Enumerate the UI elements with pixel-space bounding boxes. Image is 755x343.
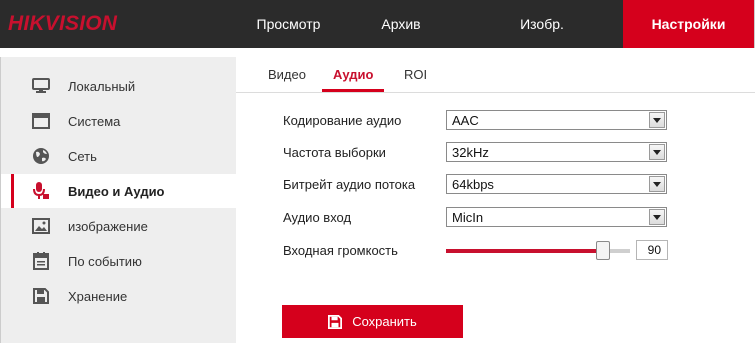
chevron-down-icon[interactable]	[649, 209, 665, 225]
audio-input-value: MicIn	[452, 210, 484, 225]
sample-rate-label: Частота выборки	[283, 145, 386, 160]
save-disk-icon	[328, 314, 343, 329]
audio-bitrate-row: Битрейт аудио потока 64kbps	[283, 174, 683, 194]
tab-video[interactable]: Видео	[268, 67, 306, 82]
image-icon	[31, 216, 51, 236]
nav-live-view[interactable]: Просмотр	[236, 0, 341, 48]
sidebar-item-system[interactable]: Система	[1, 104, 237, 138]
sample-rate-value: 32kHz	[452, 145, 489, 160]
sidebar-item-label: Сеть	[68, 148, 97, 164]
audio-input-label: Аудио вход	[283, 210, 352, 225]
audio-encoding-row: Кодирование аудио AAC	[283, 110, 683, 130]
sidebar-item-label: По событию	[68, 253, 142, 269]
sidebar-item-label: Локальный	[68, 78, 136, 94]
tab-roi[interactable]: ROI	[404, 67, 427, 82]
audio-bitrate-select[interactable]: 64kbps	[446, 174, 667, 194]
chevron-down-icon[interactable]	[649, 176, 665, 192]
monitor-icon	[31, 76, 51, 96]
sidebar-item-label: Хранение	[68, 288, 128, 304]
settings-tabs: Видео Аудио ROI	[236, 57, 755, 93]
sidebar-item-label: Видео и Аудио	[68, 183, 165, 199]
top-nav: Просмотр Архив Изобр. Настройки	[236, 0, 754, 48]
globe-icon	[31, 146, 51, 166]
nav-picture[interactable]: Изобр.	[461, 0, 623, 48]
sample-rate-row: Частота выборки 32kHz	[283, 142, 683, 162]
input-volume-row: Входная громкость 90	[283, 240, 683, 260]
sidebar-item-video-audio[interactable]: Видео и Аудио	[1, 174, 237, 208]
volume-slider-fill[interactable]	[446, 249, 606, 253]
nav-configuration[interactable]: Настройки	[623, 0, 754, 48]
active-tab-indicator	[322, 89, 384, 92]
sidebar-item-local[interactable]: Локальный	[1, 69, 237, 103]
input-volume-label: Входная громкость	[283, 243, 398, 258]
sidebar-item-event[interactable]: По событию	[1, 244, 237, 278]
volume-value-input[interactable]: 90	[636, 240, 668, 260]
hikvision-logo: HIKVISION	[8, 11, 117, 37]
audio-settings-panel: Видео Аудио ROI Кодирование аудио AAC Ча…	[236, 57, 755, 343]
chevron-down-icon[interactable]	[649, 112, 665, 128]
calendar-icon	[31, 251, 51, 271]
sidebar-item-storage[interactable]: Хранение	[1, 279, 237, 313]
system-window-icon	[31, 111, 51, 131]
sidebar-item-label: Система	[68, 113, 121, 129]
top-bar: HIKVISION Просмотр Архив Изобр. Настройк…	[0, 0, 755, 48]
audio-input-row: Аудио вход MicIn	[283, 207, 683, 227]
video-audio-icon	[31, 181, 51, 201]
audio-encoding-label: Кодирование аудио	[283, 113, 402, 128]
save-disk-icon	[31, 286, 51, 306]
audio-bitrate-value: 64kbps	[452, 177, 494, 192]
audio-encoding-value: AAC	[452, 113, 479, 128]
save-button-label: Сохранить	[352, 314, 417, 329]
save-button[interactable]: Сохранить	[282, 305, 463, 338]
chevron-down-icon[interactable]	[649, 144, 665, 160]
sample-rate-select[interactable]: 32kHz	[446, 142, 667, 162]
audio-encoding-select[interactable]: AAC	[446, 110, 667, 130]
volume-slider-handle[interactable]	[596, 241, 610, 260]
sidebar-item-network[interactable]: Сеть	[1, 139, 237, 173]
audio-input-select[interactable]: MicIn	[446, 207, 667, 227]
sidebar-item-image[interactable]: изображение	[1, 209, 237, 243]
nav-playback[interactable]: Архив	[341, 0, 461, 48]
tab-audio[interactable]: Аудио	[333, 67, 373, 82]
sidebar: Локальный Система Сеть Видео и Аудио изо…	[0, 57, 237, 343]
sidebar-item-label: изображение	[68, 218, 148, 234]
audio-bitrate-label: Битрейт аудио потока	[283, 177, 416, 192]
logo-text: HIKVISION	[8, 12, 118, 35]
